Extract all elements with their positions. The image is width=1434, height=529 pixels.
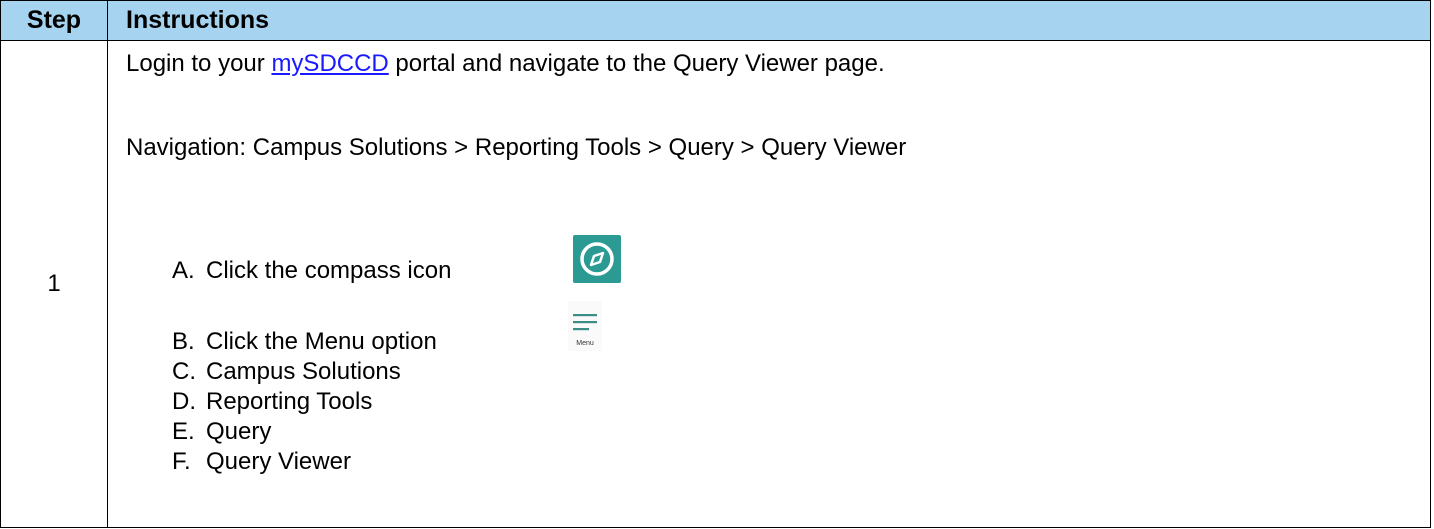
list-item: E. Query	[172, 417, 451, 447]
list-letter: A.	[172, 257, 195, 284]
table-row: 1 Login to your mySDCCD portal and navig…	[0, 40, 1431, 528]
list-letter: C.	[172, 358, 196, 385]
step-number: 1	[0, 40, 108, 528]
steps-list: A. Click the compass icon B. Click the Men…	[172, 235, 621, 477]
list-text: Query	[206, 418, 272, 445]
list-item: C. Campus Solutions	[172, 357, 451, 387]
list-item: B. Click the Menu option Menu	[172, 301, 602, 357]
list-text: Click the Menu option	[206, 328, 437, 355]
mysdccd-link[interactable]: mySDCCD	[271, 50, 388, 77]
list-letter: F.	[172, 448, 191, 475]
instructions-cell: Login to your mySDCCD portal and navigat…	[107, 40, 1431, 528]
list-text: Click the compass icon	[206, 257, 452, 284]
header-step: Step	[0, 0, 108, 41]
list-text: Query Viewer	[206, 448, 351, 475]
menu-icon-label: Menu	[576, 340, 594, 347]
list-letter: E.	[172, 418, 195, 445]
list-item: F. Query Viewer	[172, 447, 451, 477]
header-instructions: Instructions	[107, 0, 1431, 41]
instructions-table: Step Instructions 1 Login to your mySDCC…	[0, 0, 1431, 528]
navigation-text: Navigation: Campus Solutions > Reporting…	[126, 134, 907, 161]
intro-before-link: Login to your	[126, 50, 272, 77]
list-letter: B.	[172, 328, 195, 355]
intro-text: Login to your mySDCCD portal and navigat…	[126, 49, 885, 79]
compass-icon	[573, 235, 621, 283]
menu-icon: Menu	[568, 301, 602, 351]
list-text: Campus Solutions	[206, 358, 401, 385]
list-text: Reporting Tools	[206, 388, 373, 415]
list-letter: D.	[172, 388, 196, 415]
list-item: D. Reporting Tools	[172, 387, 451, 417]
intro-after-link: portal and navigate to the Query Viewer …	[388, 50, 885, 77]
list-item: A. Click the compass icon	[172, 235, 621, 301]
table-header-row: Step Instructions	[0, 0, 1431, 41]
